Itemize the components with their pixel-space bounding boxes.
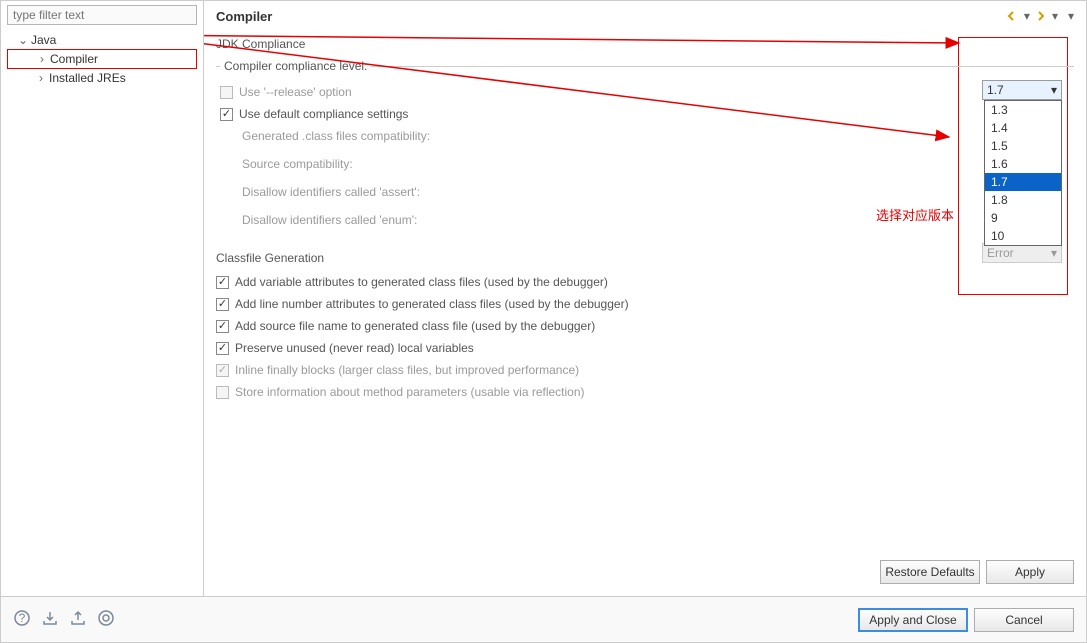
- back-button[interactable]: [1006, 9, 1020, 23]
- expander-icon: ›: [36, 52, 48, 66]
- cf-inline-checkbox: [216, 364, 229, 377]
- compliance-fieldset: Compiler compliance level: 1.7 ▾ 1.3 1.4…: [216, 59, 1074, 237]
- generated-class-label: Generated .class files compatibility:: [220, 125, 1070, 147]
- dialog-footer: ? Apply and Close Cancel: [1, 596, 1086, 642]
- dropdown-option[interactable]: 1.5: [985, 137, 1061, 155]
- import-icon[interactable]: [41, 609, 59, 630]
- apply-button[interactable]: Apply: [986, 560, 1074, 584]
- combo-value: Error: [987, 246, 1014, 260]
- source-compat-label: Source compatibility:: [220, 153, 1070, 175]
- cf-line-label: Add line number attributes to generated …: [235, 297, 629, 311]
- export-icon[interactable]: [69, 609, 87, 630]
- tree-label: Java: [31, 33, 56, 47]
- dropdown-option[interactable]: 1.6: [985, 155, 1061, 173]
- disallow-enum-label: Disallow identifiers called 'enum':: [220, 209, 1070, 231]
- cf-line-checkbox[interactable]: [216, 298, 229, 311]
- forward-button[interactable]: [1034, 9, 1048, 23]
- view-menu-icon[interactable]: ▾: [1068, 9, 1074, 23]
- compliance-dropdown: 1.3 1.4 1.5 1.6 1.7 1.8 9 10: [984, 100, 1062, 246]
- cf-store-label: Store information about method parameter…: [235, 385, 585, 399]
- dropdown-option[interactable]: 1.8: [985, 191, 1061, 209]
- compiler-page: Compiler ▾ ▾ ▾ 选择对应版本 JDK Compliance Com…: [204, 1, 1086, 596]
- compliance-level-combo[interactable]: 1.7 ▾: [982, 80, 1062, 100]
- compliance-legend: Compiler compliance level:: [220, 59, 371, 73]
- page-title: Compiler: [216, 9, 272, 24]
- cf-preserve-label: Preserve unused (never read) local varia…: [235, 341, 474, 355]
- dropdown-option[interactable]: 1.4: [985, 119, 1061, 137]
- cf-src-label: Add source file name to generated class …: [235, 319, 595, 333]
- cancel-button[interactable]: Cancel: [974, 608, 1074, 632]
- use-default-checkbox[interactable]: [220, 108, 233, 121]
- combo-caret-icon: ▾: [1051, 246, 1057, 260]
- cf-store-checkbox: [216, 386, 229, 399]
- tree-item-installed-jres[interactable]: › Installed JREs: [7, 69, 197, 87]
- use-release-label: Use '--release' option: [239, 85, 352, 99]
- use-default-label: Use default compliance settings: [239, 107, 408, 121]
- tree-label: Installed JREs: [49, 71, 126, 85]
- preferences-sidebar: ⌄ Java › Compiler › Installed JREs: [1, 1, 204, 596]
- classfile-title: Classfile Generation: [216, 251, 324, 265]
- tree-label: Compiler: [50, 52, 98, 66]
- dropdown-option[interactable]: 9: [985, 209, 1061, 227]
- apply-and-close-button[interactable]: Apply and Close: [858, 608, 968, 632]
- cf-var-checkbox[interactable]: [216, 276, 229, 289]
- expander-icon: ⌄: [17, 33, 29, 47]
- preferences-tree: ⌄ Java › Compiler › Installed JREs: [7, 31, 197, 87]
- forward-menu-icon[interactable]: ▾: [1052, 9, 1058, 23]
- dropdown-option[interactable]: 10: [985, 227, 1061, 245]
- jdk-compliance-title: JDK Compliance: [216, 37, 305, 51]
- cf-src-checkbox[interactable]: [216, 320, 229, 333]
- help-icon[interactable]: ?: [13, 609, 31, 630]
- dropdown-option-selected[interactable]: 1.7: [985, 173, 1061, 191]
- combo-caret-icon: ▾: [1051, 83, 1057, 97]
- enum-error-combo: Error ▾: [982, 243, 1062, 263]
- cf-var-label: Add variable attributes to generated cla…: [235, 275, 608, 289]
- tree-item-compiler[interactable]: › Compiler: [7, 49, 197, 69]
- use-release-checkbox: [220, 86, 233, 99]
- filter-input[interactable]: [7, 5, 197, 25]
- oomph-icon[interactable]: [97, 609, 115, 630]
- disallow-assert-label: Disallow identifiers called 'assert':: [220, 181, 1070, 203]
- back-menu-icon[interactable]: ▾: [1024, 9, 1030, 23]
- cf-preserve-checkbox[interactable]: [216, 342, 229, 355]
- restore-defaults-button[interactable]: Restore Defaults: [880, 560, 980, 584]
- expander-icon: ›: [35, 71, 47, 85]
- dropdown-option[interactable]: 1.3: [985, 101, 1061, 119]
- cf-inline-label: Inline finally blocks (larger class file…: [235, 363, 579, 377]
- svg-text:?: ?: [19, 611, 26, 625]
- combo-value: 1.7: [987, 83, 1004, 97]
- tree-item-java[interactable]: ⌄ Java: [7, 31, 197, 49]
